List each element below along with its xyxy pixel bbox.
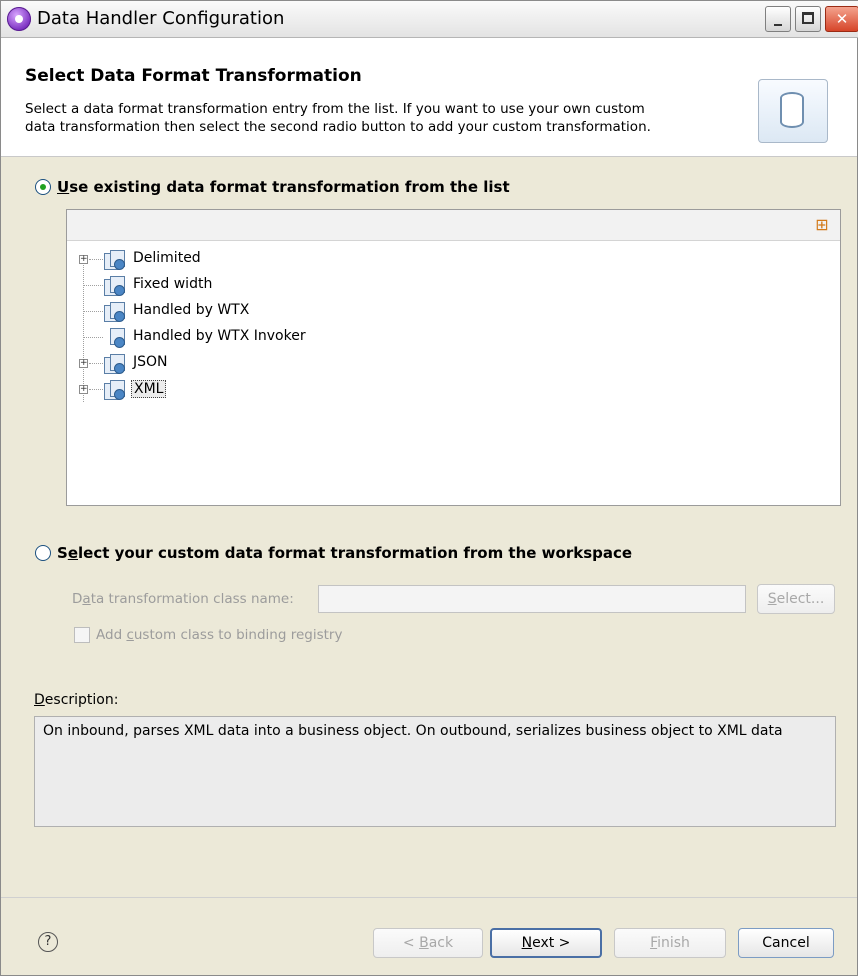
dialog-window: Data Handler Configuration ✕ Select Data… [0, 0, 858, 976]
class-name-field[interactable] [318, 585, 746, 613]
description-label: Description: [34, 692, 118, 708]
existing-transformation-radio[interactable] [35, 179, 51, 195]
checkbox-label-text: ustom class to binding registry [133, 627, 343, 643]
tree-item-label: XML [131, 380, 167, 398]
custom-mnemonic: e [67, 544, 78, 562]
wizard-banner-icon [758, 79, 828, 143]
wizard-header: Select Data Format Transformation Select… [1, 38, 857, 157]
transformation-icon [104, 380, 125, 400]
grid-icon[interactable]: ⊞ [814, 217, 830, 233]
tree-item-fixed-width[interactable]: Fixed width [67, 274, 827, 296]
tree-connector-h [84, 337, 103, 338]
description-mnemonic: D [34, 692, 45, 708]
page-title: Select Data Format Transformation [25, 66, 362, 86]
close-button[interactable]: ✕ [825, 6, 858, 32]
custom-label-text: lect your custom data format transformat… [78, 544, 633, 562]
class-label-text: ta transformation class name: [90, 591, 294, 607]
next-label: ext > [532, 935, 571, 951]
title-bar[interactable]: Data Handler Configuration ✕ [1, 1, 858, 38]
custom-transformation-label[interactable]: Select your custom data format transform… [57, 544, 632, 562]
tree-connector-h [89, 259, 103, 260]
finish-label: inish [657, 935, 690, 951]
description-label-text: escription: [44, 692, 119, 708]
class-name-label: Data transformation class name: [72, 591, 294, 607]
app-icon [7, 7, 31, 31]
tree-item-label: Handled by WTX [133, 302, 250, 318]
expand-icon[interactable]: + [79, 255, 88, 264]
back-label-pre: < [402, 935, 420, 951]
add-to-registry-label[interactable]: Add custom class to binding registry [96, 627, 342, 643]
invoker-icon [104, 328, 125, 348]
class-label-mnemonic: a [82, 591, 91, 607]
tree-connector-h [89, 389, 103, 390]
existing-label-text: se existing data format transformation f… [69, 178, 510, 196]
finish-button[interactable]: Finish [614, 928, 726, 958]
maximize-button[interactable] [795, 6, 821, 32]
checkbox-label-mnemonic: c [126, 627, 134, 643]
next-mnemonic: N [521, 935, 533, 951]
minimize-icon [774, 24, 782, 26]
checkbox-label-pre: Add [96, 627, 127, 643]
tree-connector-h [89, 363, 103, 364]
custom-transformation-radio-row[interactable]: Select your custom data format transform… [35, 544, 632, 562]
footer-separator [1, 897, 857, 898]
expand-icon[interactable]: + [79, 359, 88, 368]
transformation-tree[interactable]: ⊞ + Delimited Fixed width Handled by WTX [66, 209, 841, 506]
custom-label-pre: S [57, 544, 68, 562]
existing-mnemonic: U [57, 178, 70, 196]
cancel-button[interactable]: Cancel [738, 928, 834, 958]
tree-connector-h [84, 311, 103, 312]
window-title: Data Handler Configuration [37, 8, 285, 29]
back-mnemonic: B [419, 935, 429, 951]
select-button[interactable]: Select... [757, 584, 835, 614]
select-label: elect... [776, 591, 825, 607]
expand-icon[interactable]: + [79, 385, 88, 394]
tree-item-label: Fixed width [133, 276, 213, 292]
tree-item-label: Delimited [133, 250, 201, 266]
transformation-icon [104, 302, 125, 322]
existing-transformation-label[interactable]: Use existing data format transformation … [57, 178, 510, 196]
next-button[interactable]: Next > [490, 928, 602, 958]
minimize-button[interactable] [765, 6, 791, 32]
maximize-icon [802, 12, 814, 24]
page-description-line2: data transformation then select the seco… [25, 119, 651, 135]
transformation-icon [104, 354, 125, 374]
close-icon: ✕ [835, 10, 849, 28]
cylinder-icon [780, 92, 804, 128]
tree-item-label: JSON [133, 354, 168, 370]
page-description-line1: Select a data format transformation entr… [25, 101, 645, 117]
class-label-pre: D [72, 591, 83, 607]
transformation-icon [104, 276, 125, 296]
add-to-registry-checkbox[interactable] [74, 627, 90, 643]
back-button[interactable]: < Back [373, 928, 483, 958]
transformation-icon [104, 250, 125, 270]
tree-item-delimited[interactable]: + Delimited [67, 248, 827, 270]
existing-transformation-radio-row[interactable]: Use existing data format transformation … [35, 178, 510, 196]
help-icon[interactable]: ? [38, 932, 58, 952]
tree-item-json[interactable]: + JSON [67, 352, 827, 374]
tree-toolbar: ⊞ [67, 210, 840, 241]
tree-item-xml[interactable]: + XML [67, 378, 827, 400]
tree-connector-h [84, 285, 103, 286]
back-label: ack [428, 935, 454, 951]
custom-transformation-radio[interactable] [35, 545, 51, 561]
tree-item-handled-by-wtx-invoker[interactable]: Handled by WTX Invoker [67, 326, 827, 348]
tree-item-handled-by-wtx[interactable]: Handled by WTX [67, 300, 827, 322]
select-mnemonic: S [767, 591, 777, 607]
tree-item-label: Handled by WTX Invoker [133, 328, 306, 344]
page-description: Select a data format transformation entr… [25, 100, 725, 136]
description-box: On inbound, parses XML data into a busin… [34, 716, 836, 827]
